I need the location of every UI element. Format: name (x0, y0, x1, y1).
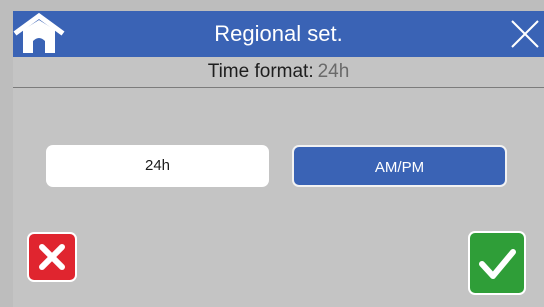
device-screen: Regional set. Time format: 24h 24h AM/PM (13, 11, 544, 307)
setting-label: Time format: (207, 61, 314, 82)
x-icon (39, 244, 65, 270)
current-setting-bar: Time format: 24h (13, 57, 544, 88)
confirm-button[interactable] (468, 231, 526, 295)
option-24h-button[interactable]: 24h (46, 145, 269, 187)
close-button[interactable] (506, 11, 544, 57)
cancel-button[interactable] (27, 232, 77, 282)
page-title: Regional set. (214, 21, 343, 46)
close-icon (511, 20, 539, 48)
checkmark-icon (479, 249, 516, 279)
header-bar: Regional set. (13, 11, 544, 57)
setting-value: 24h (317, 61, 350, 82)
option-ampm-button[interactable]: AM/PM (292, 145, 507, 187)
